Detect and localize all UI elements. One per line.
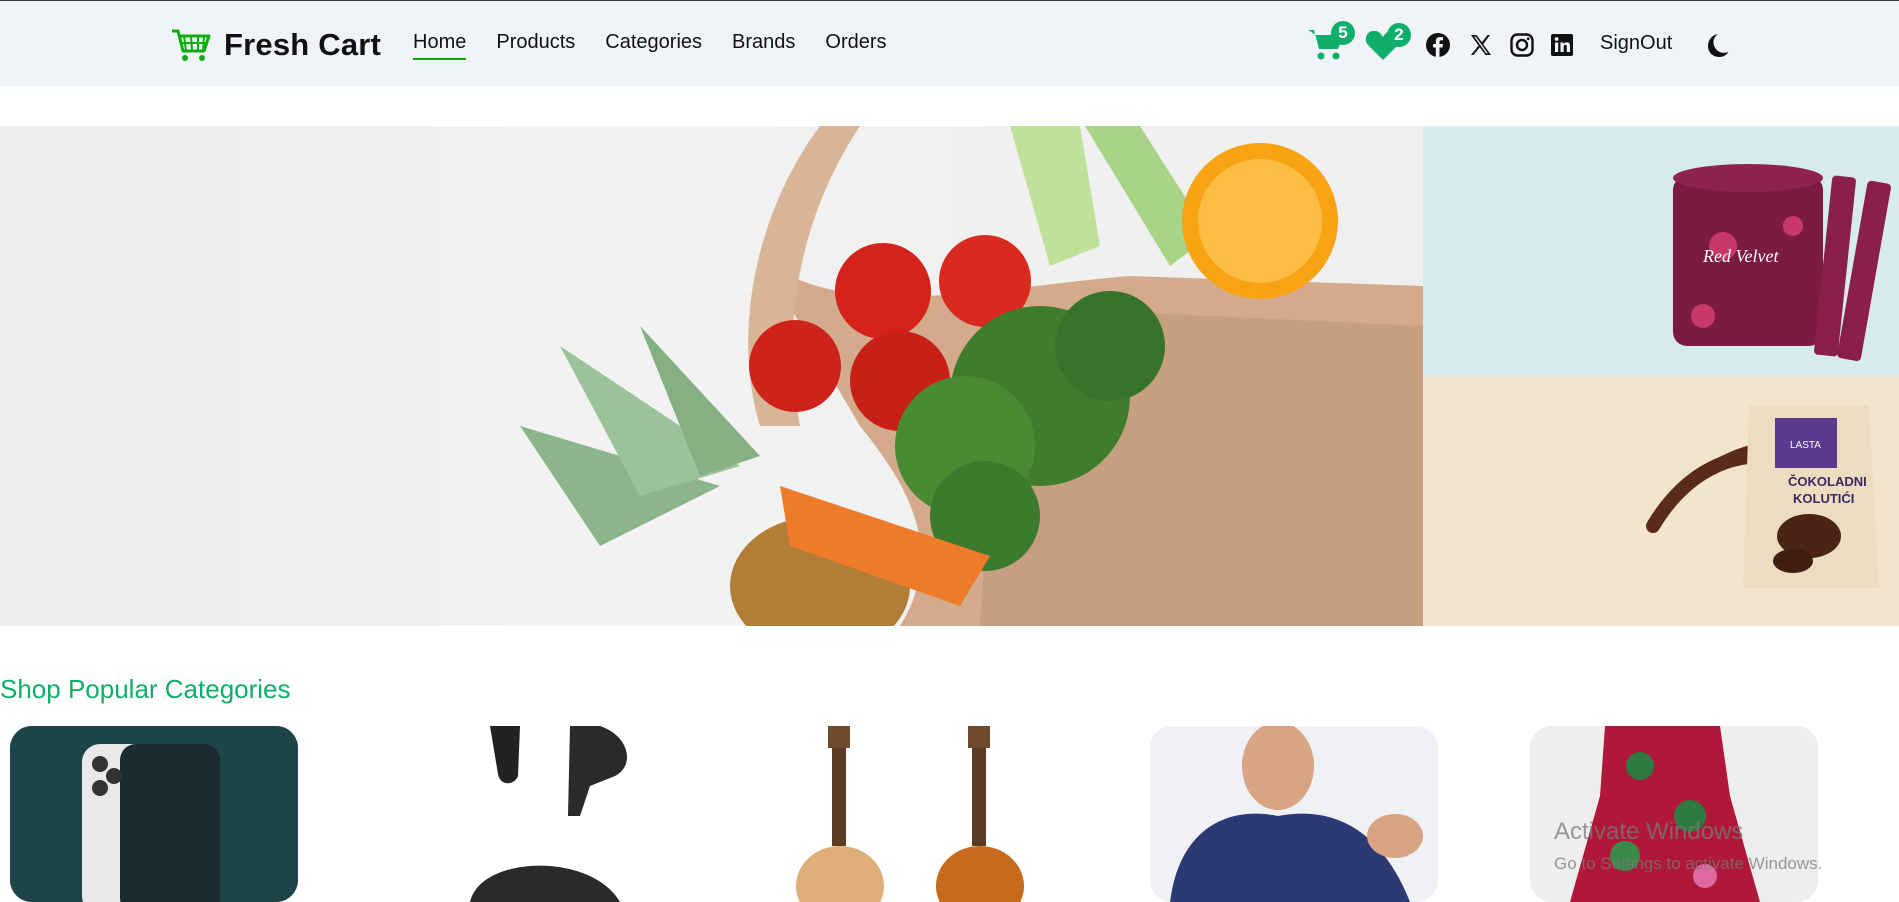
wafer-label: Red Velvet	[1702, 246, 1779, 266]
cookie-brand: LASTA	[1790, 440, 1821, 451]
category-card-women-fashion[interactable]	[1530, 726, 1818, 902]
cookie-label-line1: ČOKOLADNI	[1788, 474, 1867, 489]
category-card-men-fashion[interactable]	[1150, 726, 1438, 902]
instagram-icon[interactable]	[1509, 32, 1535, 58]
moon-icon[interactable]	[1704, 32, 1730, 58]
main-nav: Home Products Categories Brands Orders	[413, 31, 887, 60]
cart-icon	[172, 29, 211, 61]
earbuds-image	[470, 726, 627, 902]
nav-brands[interactable]: Brands	[732, 31, 795, 60]
hero-side-banner-bottom: ČOKOLADNI KOLUTIĆI LASTA	[1423, 376, 1899, 626]
wishlist-count-badge: 2	[1387, 23, 1411, 47]
category-card-instruments[interactable]	[770, 726, 1058, 902]
guitar-image	[796, 726, 1024, 902]
cart-count-badge: 5	[1331, 21, 1355, 45]
signout-link[interactable]: SignOut	[1600, 32, 1672, 55]
nav-home[interactable]: Home	[413, 31, 467, 60]
nav-categories[interactable]: Categories	[605, 31, 702, 60]
navbar: Fresh Cart Home Products Categories Bran…	[0, 0, 1899, 86]
x-icon[interactable]	[1468, 32, 1494, 58]
nav-orders[interactable]: Orders	[825, 31, 886, 60]
phone-image	[10, 726, 298, 902]
wishlist-button[interactable]: 2	[1365, 23, 1411, 63]
hoodie-image	[1150, 726, 1438, 902]
hero-main-banner	[0, 126, 1423, 626]
cookie-label-line2: KOLUTIĆI	[1793, 491, 1854, 506]
brand-logo[interactable]: Fresh Cart	[170, 25, 381, 65]
nav-products[interactable]: Products	[496, 31, 575, 60]
brand-name: Fresh Cart	[224, 27, 382, 62]
dress-image	[1530, 726, 1818, 902]
wafer-rolls-illustration: Red Velvet	[1673, 164, 1891, 362]
linkedin-icon[interactable]	[1549, 32, 1575, 58]
section-title-popular-categories: Shop Popular Categories	[0, 674, 291, 704]
category-card-earbuds[interactable]	[390, 726, 678, 902]
chocolate-cookies-illustration: ČOKOLADNI KOLUTIĆI LASTA	[1646, 406, 1879, 588]
facebook-icon[interactable]	[1425, 32, 1451, 58]
category-card-mobiles[interactable]	[10, 726, 298, 902]
vegetable-bag-illustration	[520, 126, 1423, 626]
cart-button[interactable]: 5	[1307, 21, 1355, 63]
hero-side-banner-top: Red Velvet	[1423, 126, 1899, 376]
